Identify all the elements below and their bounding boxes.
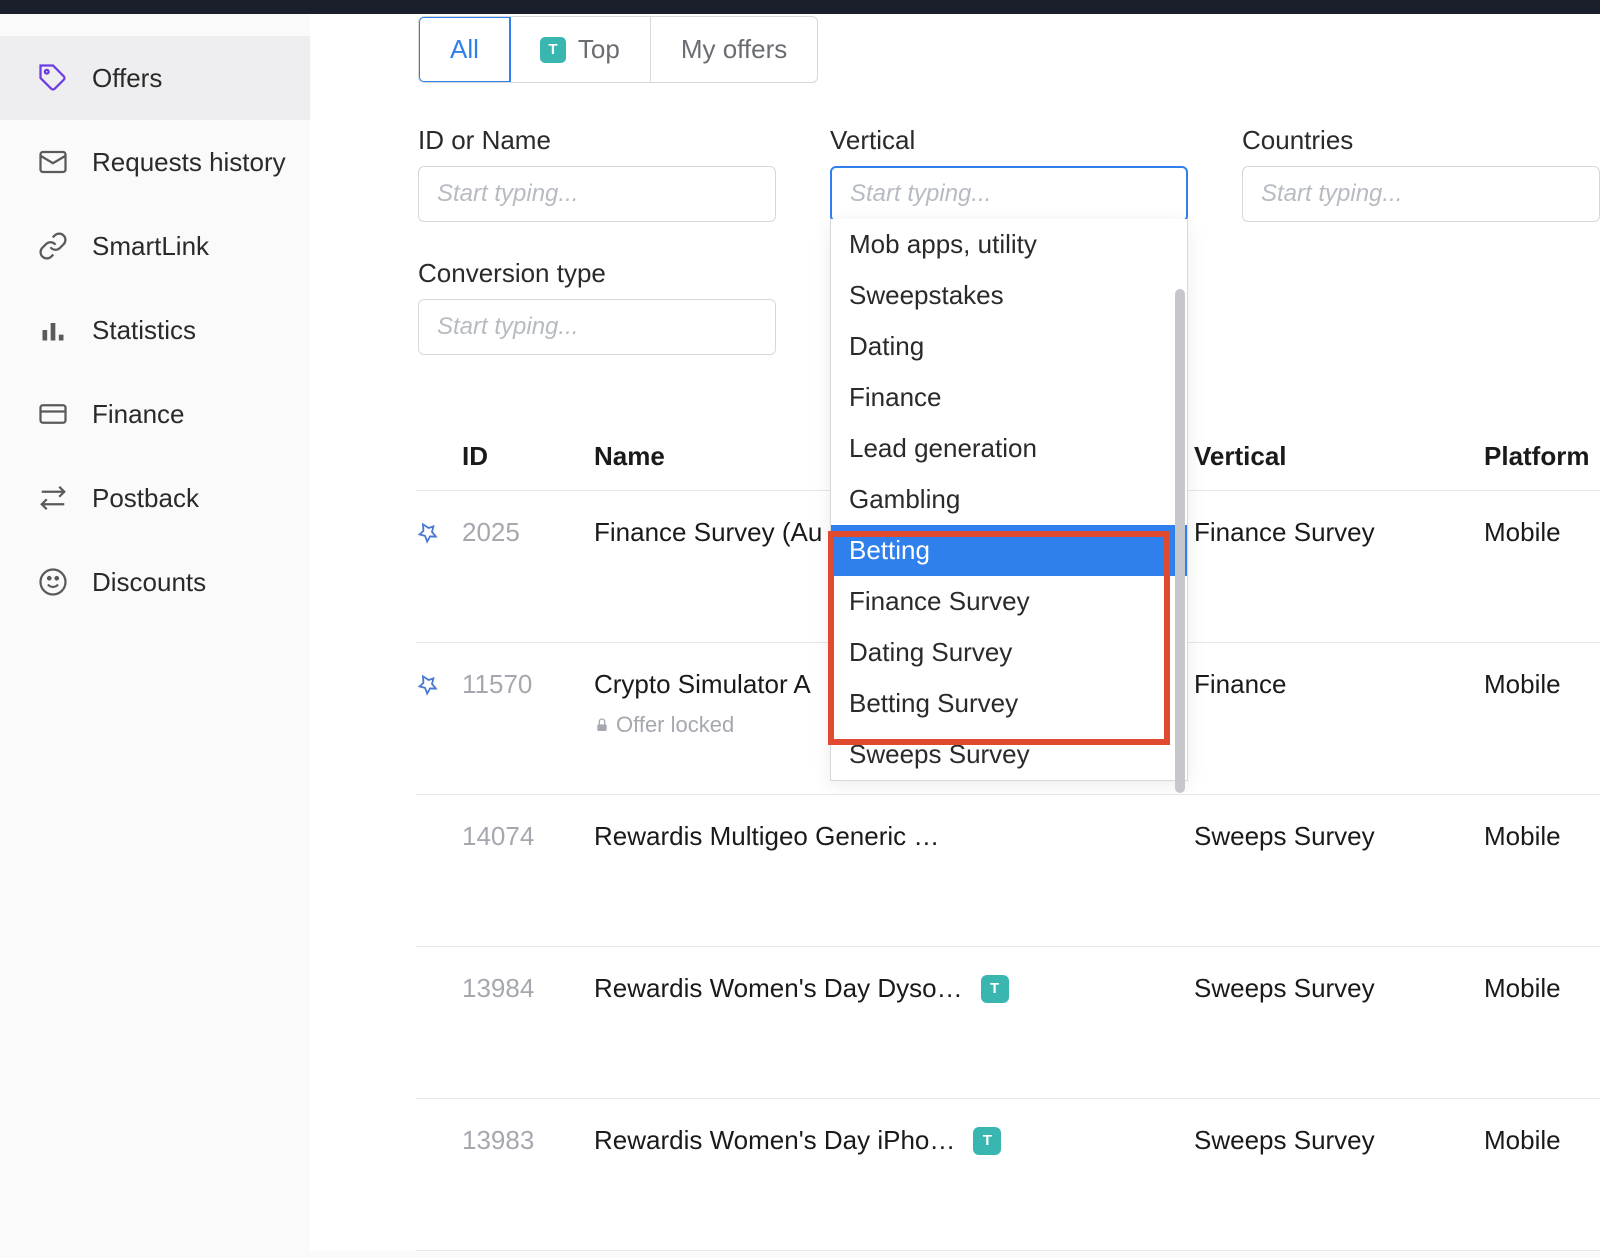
card-icon xyxy=(38,399,68,429)
swap-icon xyxy=(38,483,68,513)
sidebar-item-label: Finance xyxy=(92,399,185,430)
sidebar-item-label: Postback xyxy=(92,483,199,514)
cell-platform: Mobile xyxy=(1484,973,1600,1004)
table-row[interactable]: 14074Rewardis Multigeo Generic … Sweeps S… xyxy=(416,795,1600,947)
cell-id: 13984 xyxy=(462,973,594,1004)
cell-id: 2025 xyxy=(462,517,594,548)
table-row[interactable]: 13984Rewardis Women's Day Dyso… T Sweeps S… xyxy=(416,947,1600,1099)
main-content: All T Top My offers ID or Name Vertical … xyxy=(310,14,1600,1251)
cell-platform: Mobile xyxy=(1484,669,1600,700)
scrollbar[interactable] xyxy=(1175,289,1185,793)
offer-name[interactable]: Rewardis Women's Day iPho… xyxy=(594,1125,955,1156)
dropdown-option[interactable]: Finance xyxy=(831,372,1187,423)
cell-id: 13983 xyxy=(462,1125,594,1156)
offer-name[interactable]: Rewardis Women's Day Dyso… xyxy=(594,973,963,1004)
tab-all[interactable]: All xyxy=(418,16,511,83)
sidebar-item-label: SmartLink xyxy=(92,231,209,262)
cell-vertical: Sweeps Survey xyxy=(1194,821,1484,852)
sidebar-item-discounts[interactable]: Discounts xyxy=(0,540,310,624)
tab-top[interactable]: T Top xyxy=(510,17,651,82)
dropdown-option[interactable]: Sweepstakes xyxy=(831,270,1187,321)
pin-icon[interactable] xyxy=(416,521,440,545)
top-badge-icon: T xyxy=(540,37,566,63)
filter-label: Vertical xyxy=(830,125,1188,156)
conversion-type-input[interactable] xyxy=(418,299,776,355)
top-badge-icon: T xyxy=(973,1127,1001,1155)
cell-name: Rewardis Women's Day Dyso… T xyxy=(594,973,1194,1004)
cell-vertical: Finance xyxy=(1194,669,1484,700)
filter-vertical: Vertical Mob apps, utilitySweepstakesDat… xyxy=(830,125,1188,222)
sidebar: Offers Requests history SmartLink Statis… xyxy=(0,14,310,1251)
dropdown-option[interactable]: Lead generation xyxy=(831,423,1187,474)
top-bar xyxy=(0,0,1600,14)
pin-icon[interactable] xyxy=(416,673,440,697)
offer-name[interactable]: Finance Survey (Au xyxy=(594,517,822,548)
dropdown-option[interactable]: Gambling xyxy=(831,474,1187,525)
offer-name[interactable]: Rewardis Multigeo Generic … xyxy=(594,821,939,852)
dropdown-option[interactable]: Sweeps Survey xyxy=(831,729,1187,780)
sidebar-item-finance[interactable]: Finance xyxy=(0,372,310,456)
cell-name: Rewardis Women's Day iPho… T xyxy=(594,1125,1194,1156)
dropdown-scroll[interactable]: Mob apps, utilitySweepstakesDatingFinanc… xyxy=(831,219,1188,780)
sidebar-item-smartlink[interactable]: SmartLink xyxy=(0,204,310,288)
lock-icon xyxy=(594,717,610,733)
cell-platform: Mobile xyxy=(1484,1125,1600,1156)
sidebar-item-label: Discounts xyxy=(92,567,206,598)
cell-name: Rewardis Multigeo Generic … xyxy=(594,821,1194,852)
cell-platform: Mobile xyxy=(1484,517,1600,548)
dropdown-option[interactable]: Betting Survey xyxy=(831,678,1187,729)
tab-my-offers[interactable]: My offers xyxy=(651,17,817,82)
cell-platform: Mobile xyxy=(1484,821,1600,852)
vertical-dropdown: Mob apps, utilitySweepstakesDatingFinanc… xyxy=(830,219,1188,781)
mail-icon xyxy=(38,147,68,177)
link-icon xyxy=(38,231,68,261)
tag-icon xyxy=(38,63,68,93)
col-header-id[interactable]: ID xyxy=(462,441,594,472)
tabs: All T Top My offers xyxy=(418,16,818,83)
offer-name[interactable]: Crypto Simulator A xyxy=(594,669,811,700)
cell-vertical: Sweeps Survey xyxy=(1194,973,1484,1004)
filter-countries: Countries xyxy=(1242,125,1600,222)
vertical-input[interactable] xyxy=(830,166,1188,222)
dropdown-option[interactable]: Betting xyxy=(831,525,1187,576)
sidebar-item-statistics[interactable]: Statistics xyxy=(0,288,310,372)
tab-label: Top xyxy=(578,34,620,65)
cell-id: 11570 xyxy=(462,669,594,700)
filter-id-name: ID or Name xyxy=(418,125,776,222)
filter-label: Countries xyxy=(1242,125,1600,156)
sidebar-item-offers[interactable]: Offers xyxy=(0,36,310,120)
dropdown-option[interactable]: Dating Survey xyxy=(831,627,1187,678)
smile-icon xyxy=(38,567,68,597)
top-badge-icon: T xyxy=(981,975,1009,1003)
tab-label: All xyxy=(450,34,479,65)
sidebar-item-label: Offers xyxy=(92,63,162,94)
dropdown-option[interactable]: Dating xyxy=(831,321,1187,372)
id-name-input[interactable] xyxy=(418,166,776,222)
cell-id: 14074 xyxy=(462,821,594,852)
sidebar-item-postback[interactable]: Postback xyxy=(0,456,310,540)
sidebar-item-requests[interactable]: Requests history xyxy=(0,120,310,204)
table-row[interactable]: 13983Rewardis Women's Day iPho… T Sweeps S… xyxy=(416,1099,1600,1251)
sidebar-item-label: Statistics xyxy=(92,315,196,346)
cell-vertical: Sweeps Survey xyxy=(1194,1125,1484,1156)
countries-input[interactable] xyxy=(1242,166,1600,222)
cell-vertical: Finance Survey xyxy=(1194,517,1484,548)
sidebar-item-label: Requests history xyxy=(92,147,286,178)
filter-label: ID or Name xyxy=(418,125,776,156)
col-header-vertical[interactable]: Vertical xyxy=(1194,441,1484,472)
dropdown-option[interactable]: Mob apps, utility xyxy=(831,219,1187,270)
dropdown-option[interactable]: Finance Survey xyxy=(831,576,1187,627)
tab-label: My offers xyxy=(681,34,787,65)
col-header-platform[interactable]: Platform xyxy=(1484,441,1600,472)
stats-icon xyxy=(38,315,68,345)
